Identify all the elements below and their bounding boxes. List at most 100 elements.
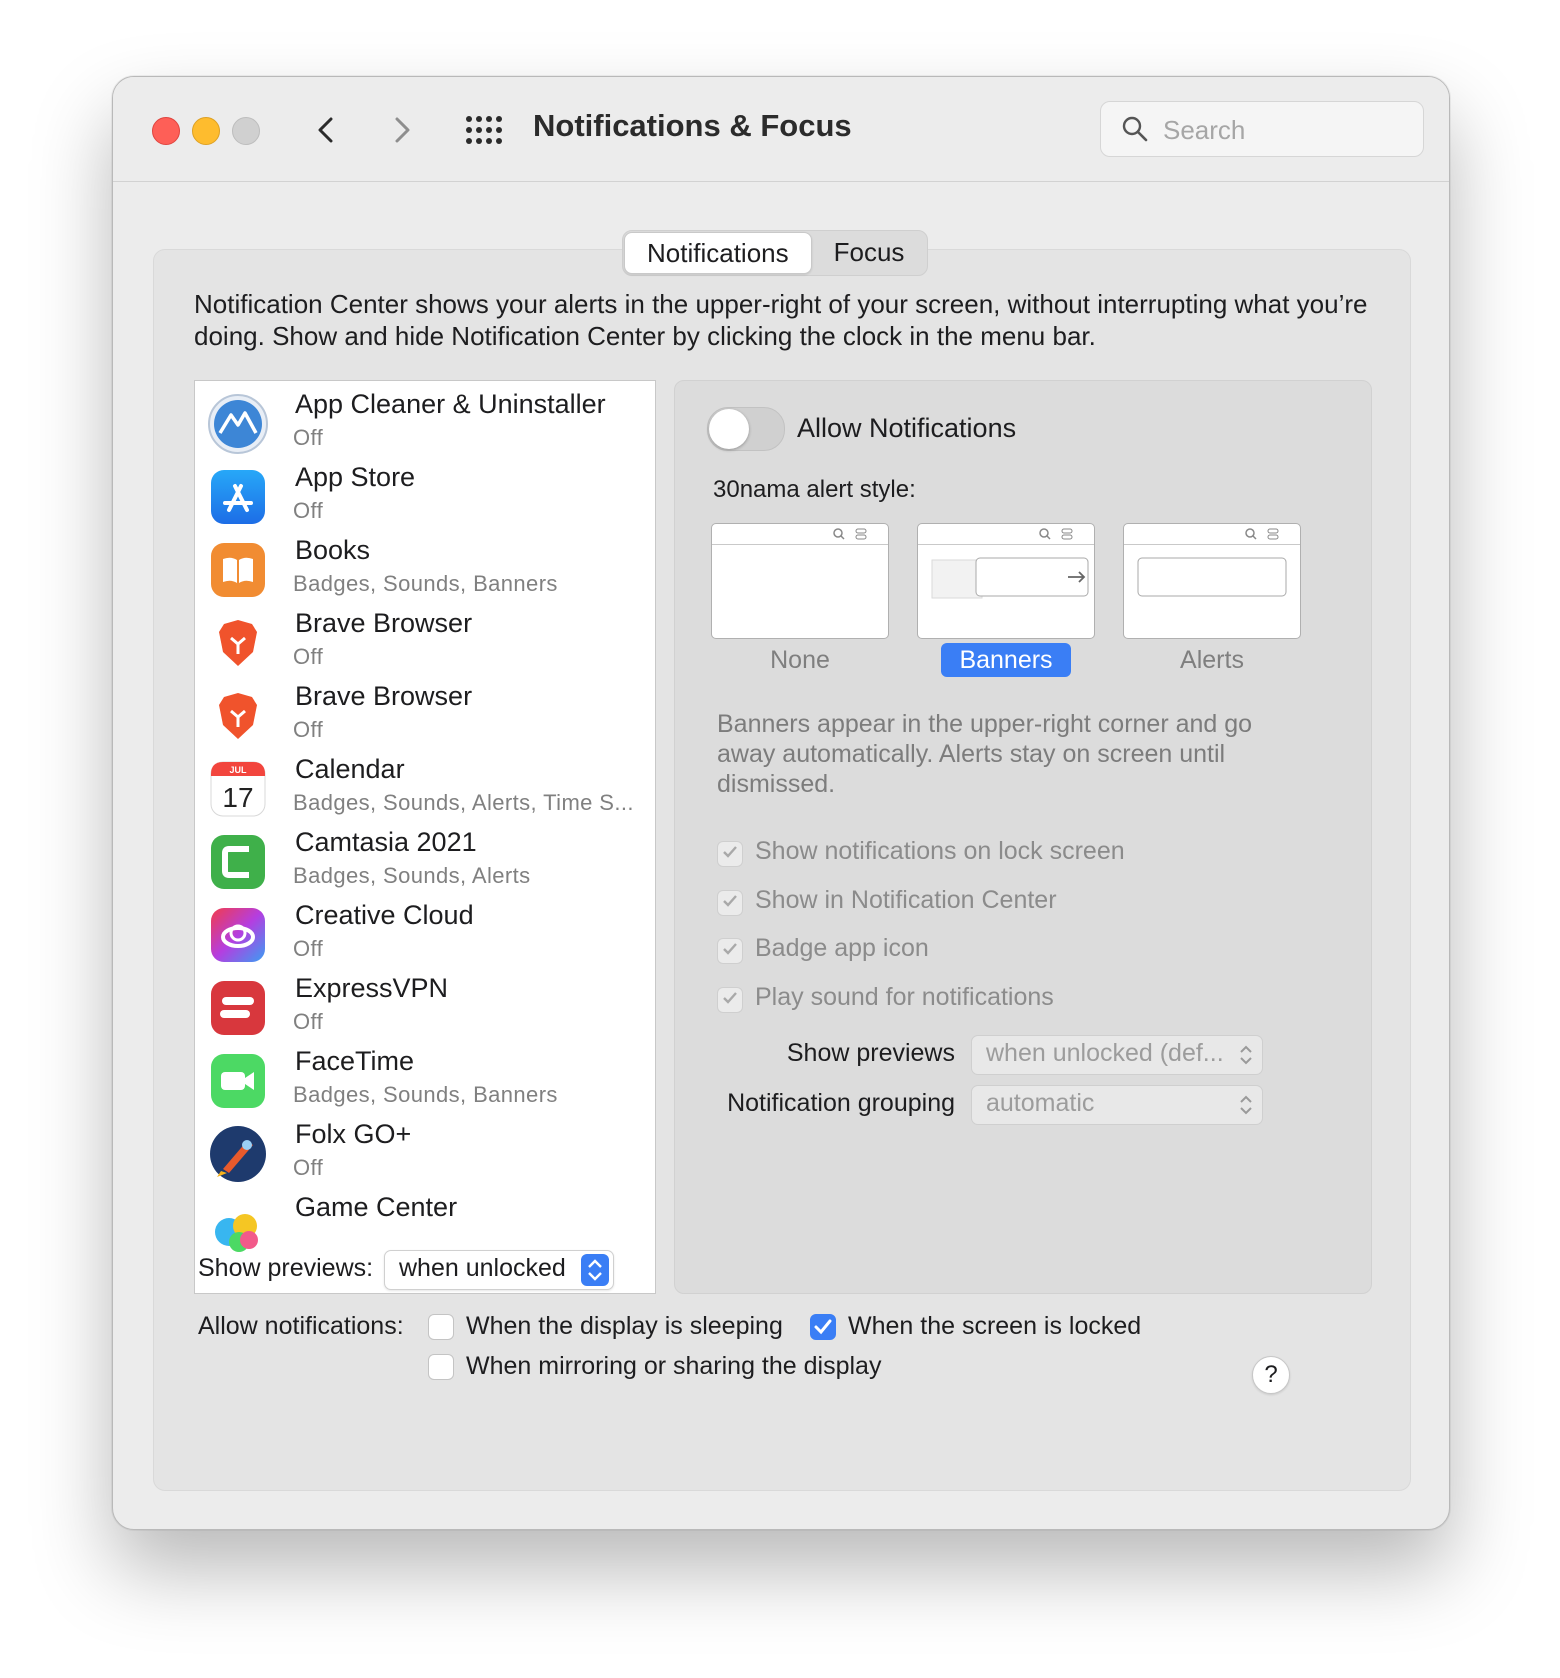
search-icon [1122, 116, 1148, 142]
style-label: Banners [917, 641, 1095, 679]
app-status: Badges, Sounds, Banners [293, 571, 558, 596]
global-show-previews-label: Show previews: [198, 1254, 374, 1282]
app-status: Badges, Sounds, Alerts, Time S... [293, 790, 634, 815]
app-status: Off [293, 498, 324, 523]
checkbox-label: Badge app icon [755, 934, 929, 962]
up-down-arrows-icon [1240, 1095, 1252, 1115]
app-name: Brave Browser [295, 608, 473, 638]
back-button[interactable] [309, 111, 345, 149]
screen-locked-label: When the screen is locked [848, 1312, 1142, 1340]
app-status: Off [293, 1155, 324, 1180]
select-stepper [581, 1254, 609, 1286]
search-field[interactable] [1100, 101, 1424, 157]
app-status: Off [293, 425, 324, 450]
alert-preview-graphic [1137, 557, 1287, 597]
list-item[interactable]: Brave Browser Off [195, 673, 655, 751]
app-list[interactable]: App Cleaner & Uninstaller Off App Store … [194, 380, 656, 1294]
tab-notifications[interactable]: Notifications [624, 232, 812, 274]
show-previews-select[interactable]: when unlocked (def... [971, 1035, 1263, 1075]
app-status: Badges, Sounds, Alerts [293, 863, 531, 888]
menubar-icons [1245, 528, 1279, 540]
app-name: Books [295, 535, 371, 565]
select-value: when unlocked (def... [986, 1039, 1224, 1067]
select-value: when unlocked [399, 1254, 566, 1282]
list-item[interactable]: ExpressVPN Off [195, 965, 655, 1043]
checkbox-label: Show in Notification Center [755, 886, 1057, 914]
camtasia-icon [211, 835, 265, 889]
show-previews-label: Show previews [786, 1039, 955, 1067]
checkmark-icon [723, 992, 737, 1004]
brave-icon [210, 688, 266, 744]
brave-icon [210, 615, 266, 671]
select-value: automatic [986, 1089, 1095, 1117]
app-name: FaceTime [295, 1046, 415, 1076]
app-name: App Store [295, 462, 416, 492]
notification-grouping-select[interactable]: automatic [971, 1085, 1263, 1125]
search-input[interactable] [1161, 110, 1405, 150]
chevron-right-icon [395, 117, 410, 143]
display-sleeping-checkbox[interactable] [428, 1314, 454, 1340]
global-show-previews-select[interactable]: when unlocked [384, 1250, 614, 1290]
list-item[interactable]: FaceTime Badges, Sounds, Banners [195, 1038, 655, 1116]
app-store-icon [211, 470, 265, 524]
app-name: Creative Cloud [295, 900, 474, 930]
alert-style-banners[interactable]: Banners [917, 523, 1095, 677]
up-down-arrows-icon [1240, 1045, 1252, 1065]
list-item[interactable]: Books Badges, Sounds, Banners [195, 527, 655, 605]
app-name: Calendar [295, 754, 405, 784]
selected-style-pill: Banners [941, 643, 1071, 677]
minimize-window-button[interactable] [192, 117, 220, 145]
checkmark-icon [723, 895, 737, 907]
zoom-window-button[interactable] [232, 117, 260, 145]
checkmark-icon [723, 846, 737, 858]
expressvpn-icon [211, 981, 265, 1035]
screen-locked-checkbox[interactable] [810, 1314, 836, 1340]
facetime-icon [211, 1054, 265, 1108]
app-status: Off [293, 644, 324, 669]
help-button[interactable]: ? [1252, 1356, 1290, 1394]
game-center-icon [215, 1214, 258, 1252]
allow-notifications-toggle[interactable] [707, 407, 785, 451]
checkbox[interactable] [717, 841, 743, 867]
app-status: Off [293, 936, 324, 961]
tab-bar: Notifications Focus [622, 230, 929, 276]
alert-style-description: Banners appear in the upper-right corner… [717, 710, 1253, 798]
app-name: Folx GO+ [295, 1119, 412, 1149]
window-title: Notifications & Focus [533, 108, 852, 143]
thumbnail-menubar [1124, 524, 1300, 545]
list-item[interactable]: App Store Off [195, 454, 655, 532]
style-label: None [770, 646, 830, 674]
calendar-icon-month: JUL [229, 765, 247, 775]
list-item[interactable]: Brave Browser Off [195, 600, 655, 678]
close-window-button[interactable] [152, 117, 180, 145]
mirroring-checkbox[interactable] [428, 1354, 454, 1380]
list-item[interactable]: Folx GO+ Off [195, 1111, 655, 1189]
app-cleaner-icon [208, 394, 268, 454]
checkbox[interactable] [717, 890, 743, 916]
app-name: ExpressVPN [295, 973, 449, 1003]
app-settings-panel: Allow Notifications 30nama alert style: … [674, 380, 1372, 1294]
list-item[interactable]: JUL 17 Calendar Badges, Sounds, Alerts, … [195, 746, 655, 824]
mirroring-label: When mirroring or sharing the display [466, 1352, 882, 1380]
menubar-icons [1039, 528, 1073, 540]
title-bar: Notifications & Focus [113, 77, 1449, 182]
list-item[interactable]: App Cleaner & Uninstaller Off [195, 381, 655, 459]
style-thumbnail [917, 523, 1095, 639]
checkbox[interactable] [717, 987, 743, 1013]
toggle-knob [709, 409, 749, 449]
alert-style-label: 30nama alert style: [713, 476, 916, 503]
list-item[interactable]: Creative Cloud Off [195, 892, 655, 970]
creative-cloud-icon [211, 908, 265, 962]
alert-style-alerts[interactable]: Alerts [1123, 523, 1301, 674]
tab-focus[interactable]: Focus [812, 232, 927, 272]
list-item[interactable]: Camtasia 2021 Badges, Sounds, Alerts [195, 819, 655, 897]
forward-button[interactable] [383, 111, 419, 149]
app-name: Brave Browser [295, 681, 473, 711]
allow-notifications-global-label: Allow notifications: [198, 1312, 404, 1340]
alert-style-none[interactable]: None [711, 523, 889, 674]
up-down-arrows-icon [588, 1259, 602, 1281]
app-status: Badges, Sounds, Banners [293, 1082, 558, 1107]
show-all-button[interactable] [465, 115, 505, 145]
checkbox[interactable] [717, 938, 743, 964]
notification-grouping-label: Notification grouping [727, 1089, 955, 1117]
